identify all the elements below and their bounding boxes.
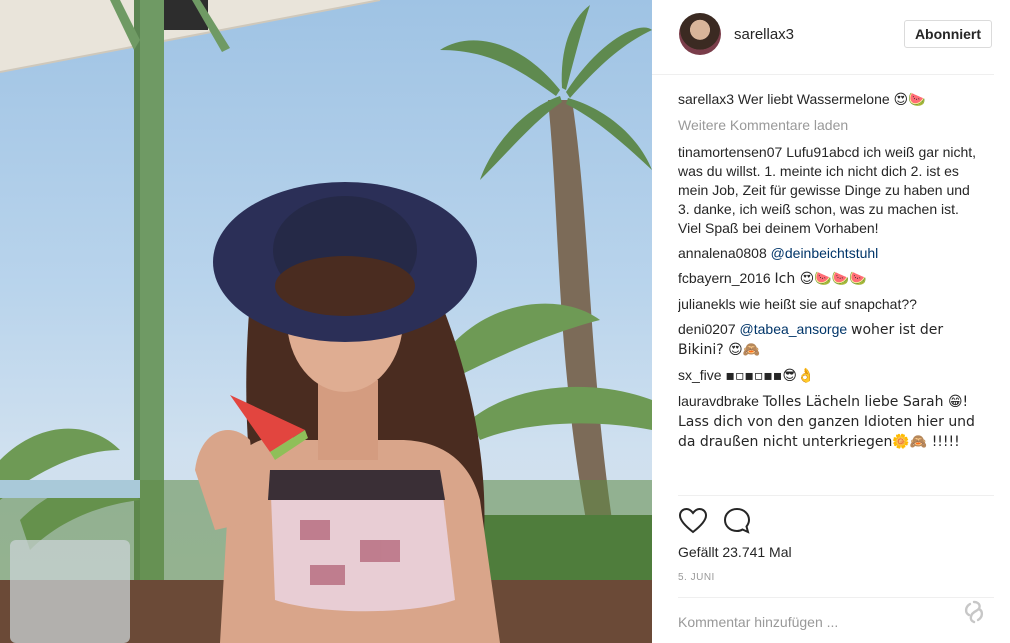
comment-username[interactable]: fcbayern_2016	[678, 270, 771, 286]
action-bar	[678, 506, 762, 536]
comment-item: lauravdbrake Tolles Lächeln liebe Sarah …	[678, 392, 978, 452]
divider	[678, 597, 994, 598]
like-count[interactable]: Gefällt 23.741 Mal	[678, 544, 792, 560]
post-side-panel: sarellax3 Abonniert sarellax3 Wer liebt …	[652, 0, 1010, 643]
comment-username[interactable]: lauravdbrake	[678, 393, 759, 409]
comment-username[interactable]: sx_five	[678, 367, 722, 383]
caption: sarellax3 Wer liebt Wassermelone 😍🍉	[678, 90, 978, 110]
comment-username[interactable]: tinamortensen07	[678, 144, 782, 160]
comment-icon[interactable]	[722, 506, 752, 536]
post-photo[interactable]	[0, 0, 652, 643]
heart-icon[interactable]	[678, 506, 708, 536]
caption-text: Wer liebt Wassermelone	[737, 91, 890, 107]
comments-list[interactable]: sarellax3 Wer liebt Wassermelone 😍🍉 Weit…	[678, 90, 978, 490]
post-date: 5. JUNI	[678, 572, 715, 583]
comment-item: julianekls wie heißt sie auf snapchat??	[678, 295, 978, 314]
comment-text: wie heißt sie auf snapchat??	[739, 296, 917, 312]
caption-username[interactable]: sarellax3	[678, 91, 734, 107]
comment-username[interactable]: annalena0808	[678, 245, 767, 261]
comment-item: tinamortensen07 Lufu91abcd ich weiß gar …	[678, 143, 978, 238]
comment-mention-link[interactable]: @tabea_ansorge	[740, 321, 848, 337]
comment-text: ▪▫▪▫▪▪😎👌	[725, 368, 815, 384]
divider	[678, 495, 994, 496]
avatar[interactable]	[679, 13, 721, 55]
comment-username[interactable]: deni0207	[678, 321, 736, 337]
photo-illustration	[0, 0, 652, 643]
add-comment-input[interactable]: Kommentar hinzufügen ...	[678, 614, 838, 630]
comment-item: annalena0808 @deinbeichtstuhl	[678, 244, 978, 263]
comment-item: deni0207 @tabea_ansorge woher ist der Bi…	[678, 320, 978, 360]
post-header: sarellax3 Abonniert	[652, 0, 994, 75]
comment-item: sx_five ▪▫▪▫▪▪😎👌	[678, 366, 978, 386]
load-more-comments-link[interactable]: Weitere Kommentare laden	[678, 116, 978, 135]
header-username[interactable]: sarellax3	[734, 26, 794, 43]
comment-mention-link[interactable]: @deinbeichtstuhl	[771, 245, 879, 261]
comment-text: Ich 😍🍉🍉🍉	[774, 271, 867, 287]
following-button[interactable]: Abonniert	[904, 20, 992, 48]
loading-spinner-icon	[960, 598, 988, 626]
caption-emoji: 😍🍉	[893, 92, 926, 108]
comment-item: fcbayern_2016 Ich 😍🍉🍉🍉	[678, 269, 978, 289]
comment-username[interactable]: julianekls	[678, 296, 736, 312]
post-view: sarellax3 Abonniert sarellax3 Wer liebt …	[0, 0, 1010, 643]
